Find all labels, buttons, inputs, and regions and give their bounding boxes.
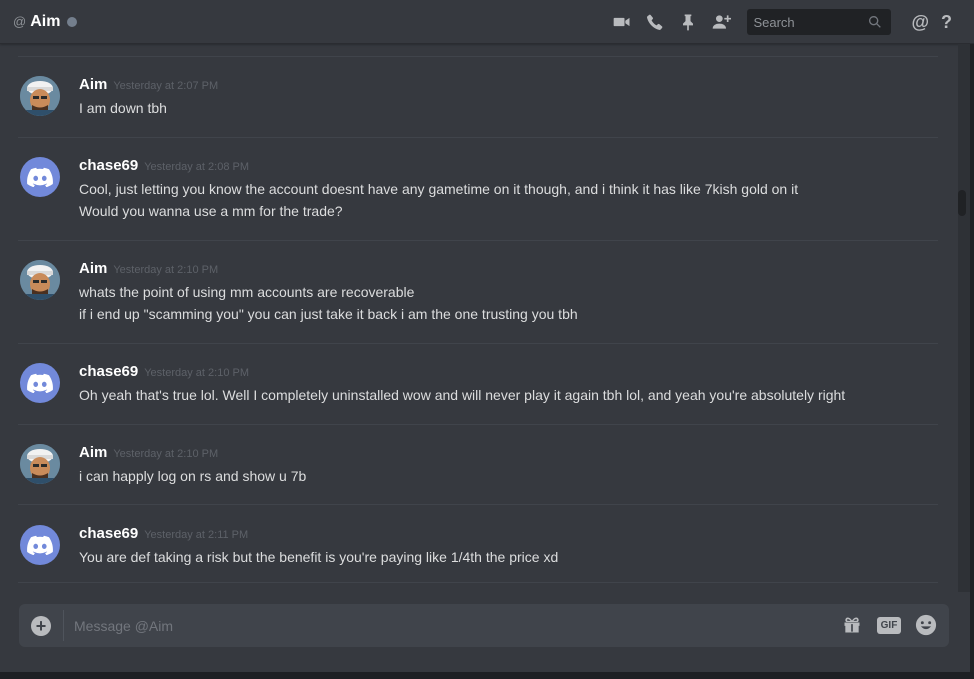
message-timestamp: Yesterday at 2:10 PM bbox=[113, 448, 219, 460]
discord-default-avatar[interactable] bbox=[20, 157, 60, 197]
discord-default-avatar[interactable] bbox=[20, 525, 60, 565]
message-input[interactable] bbox=[74, 604, 814, 647]
window-edge bbox=[970, 44, 974, 679]
window-bottom-edge bbox=[0, 672, 974, 679]
message-composer: + GIF bbox=[19, 604, 949, 647]
search-placeholder: Search bbox=[753, 14, 795, 30]
author-name[interactable]: chase69 bbox=[79, 363, 138, 380]
message-divider bbox=[18, 504, 938, 505]
aim-avatar[interactable] bbox=[20, 260, 60, 300]
message-author[interactable]: Aim Yesterday at 2:07 PM bbox=[79, 76, 218, 93]
at-symbol: @ bbox=[13, 14, 27, 29]
discord-default-avatar[interactable] bbox=[20, 363, 60, 403]
search-input[interactable]: Search bbox=[747, 9, 892, 35]
message-divider bbox=[18, 137, 938, 138]
message-divider bbox=[18, 582, 938, 583]
author-name[interactable]: Aim bbox=[79, 76, 107, 93]
message-text: Cool, just letting you know the account … bbox=[79, 181, 799, 197]
message-text: Would you wanna use a mm for the trade? bbox=[79, 203, 343, 219]
author-name[interactable]: Aim bbox=[79, 260, 107, 277]
message-timestamp: Yesterday at 2:10 PM bbox=[144, 367, 249, 379]
message-divider bbox=[18, 424, 938, 425]
offline-status-icon bbox=[67, 16, 78, 27]
mentions-icon[interactable]: @ bbox=[911, 12, 929, 33]
message-timestamp: Yesterday at 2:08 PM bbox=[144, 161, 249, 173]
author-name[interactable]: Aim bbox=[79, 444, 107, 461]
author-name[interactable]: chase69 bbox=[79, 157, 138, 174]
message-text: if i end up "scamming you" you can just … bbox=[79, 306, 578, 322]
message-timestamp: Yesterday at 2:07 PM bbox=[113, 80, 219, 92]
voice-call-icon[interactable] bbox=[643, 10, 667, 34]
composer-separator bbox=[63, 610, 64, 641]
video-call-icon[interactable] bbox=[610, 10, 634, 34]
gif-icon[interactable]: GIF bbox=[877, 617, 901, 634]
message-divider bbox=[18, 56, 938, 57]
author-name[interactable]: chase69 bbox=[79, 525, 138, 542]
header-toolbar: Search @ ? bbox=[610, 0, 974, 44]
message-text: Oh yeah that's true lol. Well I complete… bbox=[79, 387, 846, 403]
message-author[interactable]: chase69 Yesterday at 2:10 PM bbox=[79, 363, 249, 380]
message-text: whats the point of using mm accounts are… bbox=[79, 284, 415, 300]
message-divider bbox=[18, 343, 938, 344]
upload-plus-icon[interactable]: + bbox=[31, 616, 51, 636]
pin-icon[interactable] bbox=[676, 10, 700, 34]
search-icon bbox=[869, 16, 882, 28]
message-author[interactable]: Aim Yesterday at 2:10 PM bbox=[79, 444, 218, 461]
message-author[interactable]: chase69 Yesterday at 2:08 PM bbox=[79, 157, 249, 174]
help-icon[interactable]: ? bbox=[941, 12, 952, 33]
message-divider bbox=[18, 240, 938, 241]
aim-avatar[interactable] bbox=[20, 444, 60, 484]
emoji-icon[interactable] bbox=[915, 614, 937, 636]
message-author[interactable]: Aim Yesterday at 2:10 PM bbox=[79, 260, 218, 277]
channel-name: Aim bbox=[30, 12, 61, 30]
channel-header: @ Aim Search @ ? bbox=[0, 0, 974, 44]
message-list[interactable]: Aim Yesterday at 2:07 PM I am down tbh ch… bbox=[0, 44, 958, 592]
add-friend-icon[interactable] bbox=[709, 10, 733, 34]
message-text: i can happly log on rs and show u 7b bbox=[79, 468, 307, 484]
scrollbar-thumb[interactable] bbox=[958, 190, 966, 216]
message-text: I am down tbh bbox=[79, 100, 167, 116]
message-timestamp: Yesterday at 2:11 PM bbox=[144, 529, 249, 541]
message-timestamp: Yesterday at 2:10 PM bbox=[113, 264, 219, 276]
message-author[interactable]: chase69 Yesterday at 2:11 PM bbox=[79, 525, 248, 542]
gift-icon[interactable] bbox=[842, 615, 862, 635]
aim-avatar[interactable] bbox=[20, 76, 60, 116]
message-text: You are def taking a risk but the benefi… bbox=[79, 549, 559, 565]
